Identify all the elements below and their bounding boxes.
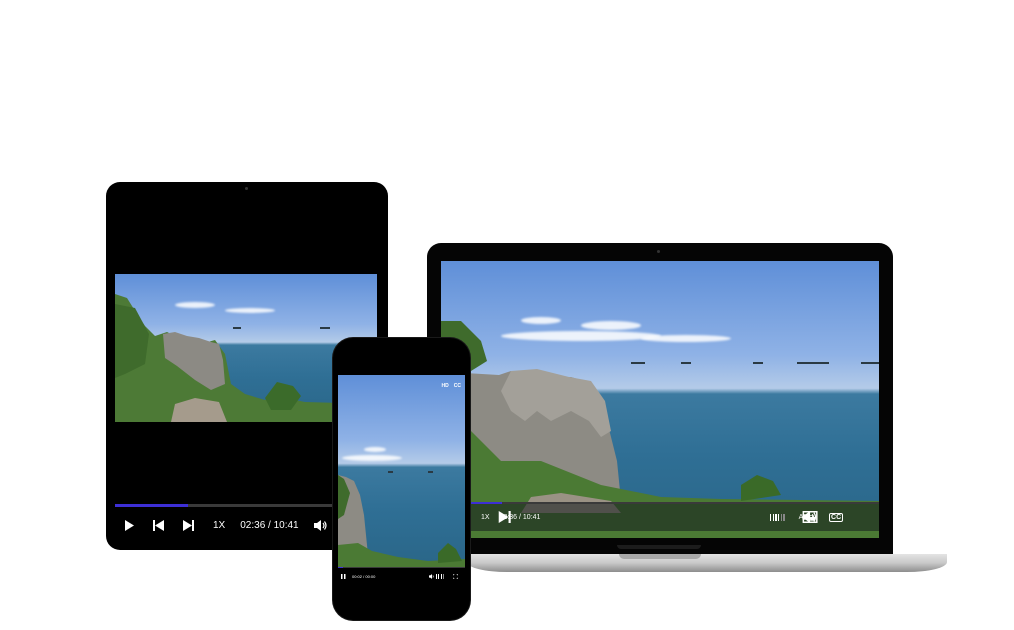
skip-forward-icon[interactable] <box>183 519 194 531</box>
skip-back-icon[interactable] <box>153 519 164 531</box>
volume-icon[interactable] <box>313 519 328 531</box>
phone-overlay: HD CC <box>442 383 461 389</box>
volume-level-icon[interactable] <box>436 573 444 579</box>
pause-icon[interactable] <box>341 573 346 579</box>
laptop-device: 1X 02:36 / 10:41 Auto CC <box>427 243 893 557</box>
phone-progress-fill <box>338 567 344 568</box>
laptop-control-bar-right: Auto CC <box>767 511 853 523</box>
laptop-hinge <box>617 545 701 549</box>
phone-control-bar-right <box>429 572 458 580</box>
phone-video[interactable]: HD CC <box>338 375 465 567</box>
phone-control-bar: 00:02 / 00:00 <box>341 572 375 580</box>
camera-icon <box>245 187 248 190</box>
tablet-progress-fill <box>115 504 189 507</box>
fullscreen-icon[interactable] <box>452 573 458 579</box>
captions-button[interactable]: CC <box>454 383 461 389</box>
laptop-base <box>467 554 947 572</box>
time-display: 02:36 / 10:41 <box>240 519 299 531</box>
phone-progress-bar[interactable] <box>338 567 465 568</box>
time-display: 00:02 / 00:00 <box>352 573 376 579</box>
camera-icon <box>657 250 660 253</box>
hd-badge[interactable]: HD <box>442 383 449 389</box>
laptop-video[interactable]: 1X 02:36 / 10:41 Auto CC <box>441 261 879 538</box>
volume-icon[interactable] <box>429 573 435 579</box>
laptop-notch <box>619 554 701 559</box>
laptop-control-bar: 1X 02:36 / 10:41 <box>469 511 540 523</box>
phone-device: HD CC 00:02 / 00:00 <box>333 338 470 620</box>
playback-speed[interactable]: 1X <box>213 520 225 531</box>
tablet-control-bar: 1X 02:36 / 10:41 <box>124 516 346 534</box>
play-icon[interactable] <box>124 519 134 531</box>
